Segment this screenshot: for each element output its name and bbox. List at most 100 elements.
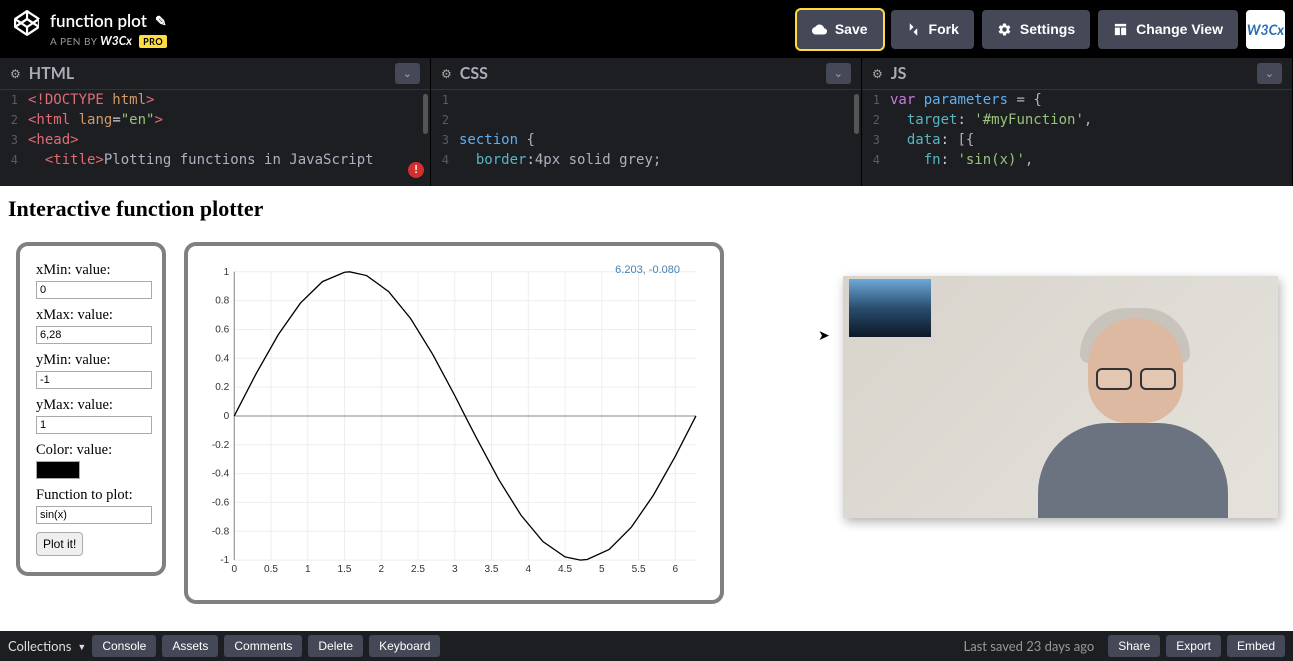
assets-button[interactable]: Assets — [162, 635, 218, 657]
gear-icon[interactable]: ⚙ — [10, 66, 21, 81]
pen-title[interactable]: function plot ✎ — [50, 10, 167, 31]
error-badge-icon[interactable]: ! — [408, 162, 424, 178]
code-line[interactable]: 3<head> — [0, 130, 430, 150]
chevron-down-icon[interactable]: ⌄ — [1257, 63, 1282, 84]
editors-row: ⚙ HTML ⌄ 1<!DOCTYPE html>2<html lang="en… — [0, 58, 1293, 186]
preview-pane: Interactive function plotter xMin: value… — [0, 186, 1293, 631]
line-number: 2 — [431, 110, 459, 130]
byline-prefix: A PEN BY — [50, 36, 97, 48]
scrollbar[interactable] — [423, 94, 428, 134]
code-line[interactable]: 2<html lang="en"> — [0, 110, 430, 130]
change-view-label: Change View — [1136, 21, 1223, 37]
bottom-bar: Collections ▼ Console Assets Comments De… — [0, 631, 1293, 661]
html-editor-body[interactable]: 1<!DOCTYPE html>2<html lang="en">3<head>… — [0, 90, 430, 186]
css-editor-title: CSS — [460, 64, 488, 83]
svg-text:-1: -1 — [220, 555, 229, 566]
html-editor-pane: ⚙ HTML ⌄ 1<!DOCTYPE html>2<html lang="en… — [0, 58, 431, 186]
settings-button[interactable]: Settings — [982, 10, 1090, 49]
svg-text:1.5: 1.5 — [338, 564, 352, 575]
webcam-overlay — [843, 276, 1278, 518]
code-line[interactable]: 2 target: '#myFunction', — [862, 110, 1292, 130]
svg-text:-0.2: -0.2 — [212, 440, 230, 451]
css-editor-header: ⚙ CSS ⌄ — [431, 58, 861, 90]
js-editor-pane: ⚙ JS ⌄ 1var parameters = {2 target: '#my… — [862, 58, 1293, 186]
settings-label: Settings — [1020, 21, 1075, 37]
js-editor-title: JS — [891, 64, 907, 83]
svg-text:-0.8: -0.8 — [212, 526, 230, 537]
fork-icon — [906, 22, 921, 37]
export-button[interactable]: Export — [1166, 635, 1221, 657]
scrollbar[interactable] — [854, 94, 859, 134]
cloud-icon — [812, 22, 827, 37]
svg-text:1: 1 — [224, 267, 230, 278]
controls-section: xMin: value: xMax: value: yMin: value: y… — [16, 242, 166, 576]
keyboard-button[interactable]: Keyboard — [369, 635, 440, 657]
svg-text:1: 1 — [305, 564, 311, 575]
plot-button[interactable]: Plot it! — [36, 532, 83, 556]
css-editor-pane: ⚙ CSS ⌄ 123section {4 border:4px solid g… — [431, 58, 862, 186]
fork-button[interactable]: Fork — [891, 10, 974, 49]
color-input[interactable] — [36, 461, 80, 479]
title-block: function plot ✎ A PEN BY W3Cx PRO — [50, 10, 167, 48]
svg-text:0.2: 0.2 — [215, 382, 229, 393]
line-number: 4 — [431, 150, 459, 170]
code-line[interactable]: 2 — [431, 110, 861, 130]
pencil-icon[interactable]: ✎ — [155, 12, 167, 30]
svg-text:2.5: 2.5 — [411, 564, 425, 575]
collections-dropdown[interactable]: Collections ▼ — [8, 638, 86, 654]
chevron-down-icon[interactable]: ⌄ — [826, 63, 851, 84]
save-button[interactable]: Save — [797, 10, 883, 49]
delete-button[interactable]: Delete — [308, 635, 363, 657]
console-button[interactable]: Console — [92, 635, 156, 657]
share-button[interactable]: Share — [1108, 635, 1160, 657]
code-line[interactable]: 4 border:4px solid grey; — [431, 150, 861, 170]
caret-down-icon: ▼ — [77, 641, 86, 652]
xmin-input[interactable] — [36, 281, 152, 299]
author-link[interactable]: W3Cx — [100, 33, 132, 48]
svg-text:4.5: 4.5 — [558, 564, 572, 575]
js-editor-body[interactable]: 1var parameters = {2 target: '#myFunctio… — [862, 90, 1292, 186]
chart-section[interactable]: 6.203, -0.080 -1-0.8-0.6-0.4-0.200.20.40… — [184, 242, 724, 604]
ymin-input[interactable] — [36, 371, 152, 389]
code-line[interactable]: 1<!DOCTYPE html> — [0, 90, 430, 110]
avatar[interactable]: W3Cx — [1246, 10, 1285, 49]
code-line[interactable]: 3section { — [431, 130, 861, 150]
code-line[interactable]: 3 data: [{ — [862, 130, 1292, 150]
svg-text:0.8: 0.8 — [215, 296, 229, 307]
chevron-down-icon[interactable]: ⌄ — [395, 63, 420, 84]
xmax-input[interactable] — [36, 326, 152, 344]
color-label: Color: value: — [36, 442, 146, 459]
svg-text:4: 4 — [526, 564, 532, 575]
code-line[interactable]: 4 fn: 'sin(x)', — [862, 150, 1292, 170]
ymax-input[interactable] — [36, 416, 152, 434]
change-view-button[interactable]: Change View — [1098, 10, 1238, 49]
code-line[interactable]: 1var parameters = { — [862, 90, 1292, 110]
gear-icon[interactable]: ⚙ — [872, 66, 883, 81]
function-chart[interactable]: -1-0.8-0.6-0.4-0.200.20.40.60.8100.511.5… — [202, 260, 706, 586]
css-editor-body[interactable]: 123section {4 border:4px solid grey; — [431, 90, 861, 186]
last-saved-label: Last saved 23 days ago — [964, 638, 1095, 654]
svg-text:0.5: 0.5 — [264, 564, 278, 575]
line-number: 4 — [862, 150, 890, 170]
html-editor-header: ⚙ HTML ⌄ — [0, 58, 430, 90]
svg-text:5: 5 — [599, 564, 605, 575]
chart-coords-label: 6.203, -0.080 — [615, 264, 680, 276]
gear-icon — [997, 22, 1012, 37]
code-line[interactable]: 4 <title>Plotting functions in JavaScrip… — [0, 150, 430, 170]
svg-text:-0.6: -0.6 — [212, 497, 230, 508]
line-number: 2 — [862, 110, 890, 130]
html-editor-title: HTML — [29, 64, 74, 83]
function-input[interactable] — [36, 506, 152, 524]
gear-icon[interactable]: ⚙ — [441, 66, 452, 81]
line-number: 1 — [0, 90, 28, 110]
svg-text:3.5: 3.5 — [485, 564, 499, 575]
comments-button[interactable]: Comments — [224, 635, 302, 657]
logo-area: function plot ✎ A PEN BY W3Cx PRO — [14, 10, 167, 48]
embed-button[interactable]: Embed — [1227, 635, 1285, 657]
codepen-logo-icon[interactable] — [14, 10, 40, 40]
layout-icon — [1113, 22, 1128, 37]
code-line[interactable]: 1 — [431, 90, 861, 110]
ymax-label: yMax: value: — [36, 397, 146, 414]
svg-text:3: 3 — [452, 564, 458, 575]
svg-text:6: 6 — [673, 564, 679, 575]
